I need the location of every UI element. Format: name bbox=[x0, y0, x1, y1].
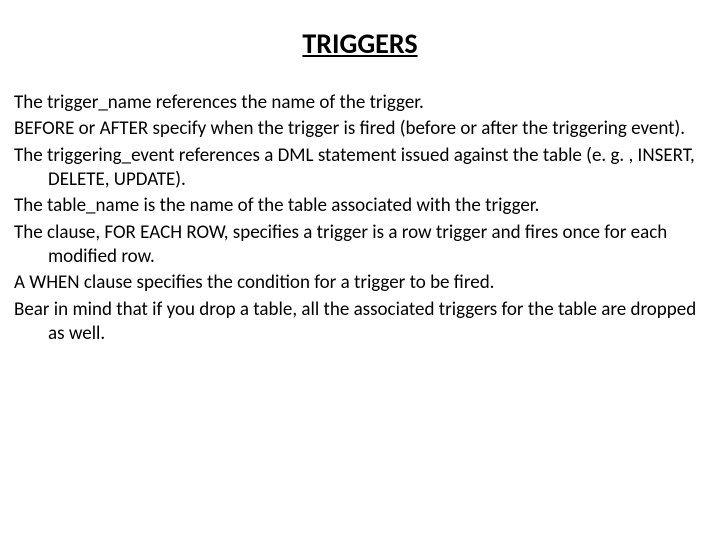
paragraph: The trigger_name references the name of … bbox=[14, 91, 706, 115]
paragraph: The clause, FOR EACH ROW, specifies a tr… bbox=[14, 221, 706, 270]
paragraph: A WHEN clause specifies the condition fo… bbox=[14, 271, 706, 295]
page-title: TRIGGERS bbox=[14, 26, 706, 61]
paragraph: BEFORE or AFTER specify when the trigger… bbox=[14, 117, 706, 141]
paragraph: The triggering_event references a DML st… bbox=[14, 144, 706, 193]
paragraph: Bear in mind that if you drop a table, a… bbox=[14, 298, 706, 347]
paragraph: The table_name is the name of the table … bbox=[14, 194, 706, 218]
page-body: The trigger_name references the name of … bbox=[14, 91, 706, 346]
